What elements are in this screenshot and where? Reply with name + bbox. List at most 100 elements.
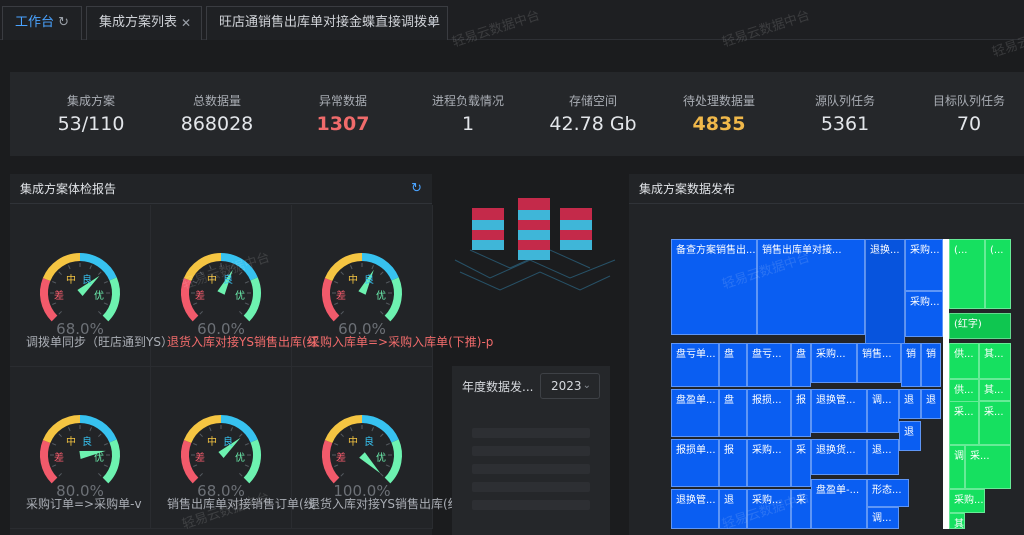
stat-label: 进程负载情况 xyxy=(431,94,504,108)
treemap-cell[interactable]: 采... xyxy=(949,401,979,445)
treemap-cell[interactable]: 调 xyxy=(949,445,965,489)
treemap-cell[interactable]: 退换管... xyxy=(671,489,719,529)
gauge-mid-label: 中 xyxy=(207,435,217,448)
stat-errors[interactable]: 异常数据 1307 xyxy=(280,92,406,135)
gauge-arc xyxy=(180,277,199,322)
treemap-cell[interactable]: 盘盈单-... xyxy=(811,479,867,529)
gauge-excellent-label: 优 xyxy=(235,289,245,302)
gauge-tick xyxy=(68,427,71,432)
treemap-cell[interactable]: 形态... xyxy=(867,479,909,507)
gauge-tick xyxy=(340,311,344,315)
treemap-cell[interactable]: 退... xyxy=(867,439,899,475)
close-icon[interactable]: ✕ xyxy=(181,7,191,39)
treemap-cell[interactable]: 供... xyxy=(949,343,979,379)
treemap-cell[interactable]: 盘 xyxy=(791,343,811,387)
treemap-cell[interactable]: 调... xyxy=(867,389,899,433)
gauge-tick xyxy=(239,433,243,437)
gauge-tick xyxy=(193,302,198,305)
stat-load: 进程负载情况 1 xyxy=(405,92,531,135)
gauge-card[interactable]: 中良差优 80.0% 采购订单=>采购单-v xyxy=(10,367,151,529)
treemap-cell[interactable]: 报 xyxy=(719,439,747,487)
treemap-cell[interactable]: 采购... xyxy=(811,343,857,383)
treemap-cell[interactable]: 其 xyxy=(949,513,965,529)
refresh-icon[interactable]: ↻ xyxy=(58,7,69,39)
treemap-cell[interactable]: 销 xyxy=(901,343,921,387)
treemap-cell[interactable]: 采购... xyxy=(949,489,985,513)
treemap-cell[interactable]: 盘亏... xyxy=(747,343,791,387)
gauge-card[interactable]: 中良差优 60.0% 采购入库单=>采购入库单(下推)-p xyxy=(292,205,493,367)
gauge-tick xyxy=(385,464,390,467)
treemap-cell[interactable]: 其... xyxy=(979,343,1011,379)
treemap-cell[interactable]: 销 xyxy=(921,343,941,387)
treemap-cell[interactable]: 备查方案销售出... xyxy=(671,239,757,335)
refresh-icon[interactable]: ↻ xyxy=(411,174,422,204)
gauge-arc xyxy=(384,439,403,484)
gauge-arc xyxy=(102,439,121,484)
gauge-tick xyxy=(239,473,243,477)
treemap-cell[interactable]: 盘盈单... xyxy=(671,389,719,437)
treemap-cell[interactable]: 退 xyxy=(921,389,941,419)
treemap-cell[interactable]: 报损... xyxy=(747,389,791,437)
gauge-tick xyxy=(209,427,212,432)
panel-title-text: 集成方案体检报告 xyxy=(20,182,117,196)
gauge-label: 采购订单=>采购单-v xyxy=(26,497,142,511)
treemap-cell[interactable]: 采... xyxy=(979,401,1011,445)
gauge-tick xyxy=(350,265,353,270)
treemap-cell[interactable]: 盘 xyxy=(719,389,747,437)
treemap-cell[interactable]: 退换... xyxy=(865,239,905,345)
treemap-cell[interactable]: 退 xyxy=(899,389,921,419)
treemap-cell[interactable]: 采 xyxy=(791,439,811,487)
gauge-good-label: 良 xyxy=(223,435,233,448)
treemap-cell[interactable]: (红字) xyxy=(949,313,1011,339)
tab-solution-detail[interactable]: 旺店通销售出库单对接金蝶直接调拨单 ✕ xyxy=(206,6,448,40)
gauge-bad-label: 差 xyxy=(54,289,64,302)
treemap-cell[interactable]: 采... xyxy=(965,445,1011,489)
treemap-cell[interactable]: 盘 xyxy=(719,343,747,387)
treemap-cell[interactable]: 退换管... xyxy=(811,389,867,433)
stat-pending[interactable]: 待处理数据量 4835 xyxy=(656,92,782,135)
gauge-card[interactable]: 中良差优 68.0% 销售出库单对接销售订单(线 xyxy=(151,367,316,529)
stat-source-queue: 源队列任务 5361 xyxy=(782,92,908,135)
treemap-cell[interactable]: 采购... xyxy=(905,291,943,337)
gauge-tick xyxy=(103,281,108,284)
treemap-cell[interactable]: 销售... xyxy=(857,343,901,383)
treemap-cell[interactable]: 报 xyxy=(791,389,811,437)
treemap-cell[interactable]: 采 xyxy=(791,489,811,529)
server-illustration xyxy=(450,190,620,300)
gauge-card[interactable]: 中良差优 100.0% 退货入库对接YS销售出库(红 xyxy=(292,367,460,529)
stat-label: 集成方案 xyxy=(66,94,115,108)
year-value: 2023 xyxy=(551,379,582,393)
treemap-cell[interactable]: 采购... xyxy=(905,239,943,291)
year-select[interactable]: 2023 ⌄ xyxy=(540,373,600,399)
gauge-tick xyxy=(52,443,57,446)
treemap-cell[interactable]: 退 xyxy=(719,489,747,529)
treemap-cell[interactable]: (... xyxy=(985,239,1011,309)
gauge-tick xyxy=(58,271,62,275)
gauge-tick xyxy=(239,271,243,275)
treemap-cell[interactable]: 采购... xyxy=(747,439,791,487)
treemap-cell[interactable]: 盘亏单... xyxy=(671,343,719,387)
gauge-card[interactable]: 中良差优 68.0% 调拨单同步（旺店通到YS） xyxy=(10,205,173,367)
skeleton-line xyxy=(472,464,590,474)
tab-workbench[interactable]: 工作台 ↻ xyxy=(2,6,82,40)
gauge-mid-label: 中 xyxy=(207,273,217,286)
gauge-card[interactable]: 中良差优 60.0% 退货入库对接YS销售出库(红 xyxy=(151,205,319,367)
treemap-cell[interactable]: 报损单... xyxy=(671,439,719,487)
skeleton-line xyxy=(472,500,590,510)
treemap-cell[interactable]: 退换货... xyxy=(811,439,867,475)
gauge-tick xyxy=(52,464,57,467)
gauge-tick xyxy=(371,265,374,270)
gauge-tick xyxy=(58,433,62,437)
treemap-cell[interactable]: 采购... xyxy=(747,489,791,529)
treemap-cell[interactable]: 其... xyxy=(979,379,1011,401)
treemap-cell[interactable]: 退 xyxy=(899,421,921,451)
gauge-tick xyxy=(199,311,203,315)
gauge-tick xyxy=(371,427,374,432)
gauge-tick xyxy=(199,271,203,275)
gauge-tick xyxy=(209,265,212,270)
treemap-cell[interactable]: 调... xyxy=(867,507,899,529)
treemap-cell[interactable]: (... xyxy=(949,239,985,309)
tab-solution-list[interactable]: 集成方案列表 ✕ xyxy=(86,6,202,40)
close-icon[interactable]: ✕ xyxy=(427,7,437,39)
treemap-cell[interactable]: 销售出库单对接... xyxy=(757,239,865,335)
